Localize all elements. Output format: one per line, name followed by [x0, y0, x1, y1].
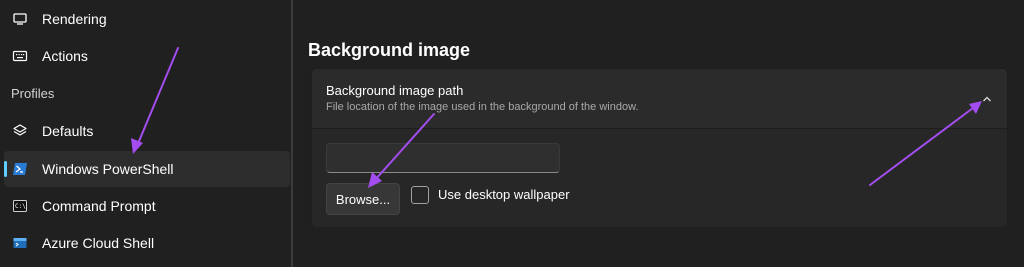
sidebar-item-label: Actions [42, 48, 88, 64]
chevron-up-icon[interactable] [979, 91, 995, 107]
card-header-expander[interactable]: Background image path File location of t… [312, 69, 1007, 129]
sidebar-item-label: Defaults [42, 123, 94, 139]
card-description: File location of the image used in the b… [326, 101, 639, 113]
sidebar-item-label: Windows PowerShell [42, 161, 174, 177]
checkbox-label: Use desktop wallpaper [438, 187, 570, 202]
sidebar-item-azure-cloud-shell[interactable]: Azure Cloud Shell [4, 225, 290, 261]
background-image-path-input[interactable] [326, 143, 560, 173]
sidebar-item-label: Azure Cloud Shell [42, 235, 155, 251]
sidebar-item-label: Command Prompt [42, 198, 156, 214]
use-desktop-wallpaper-checkbox[interactable] [411, 186, 429, 204]
background-image-card: Background image path File location of t… [311, 68, 1008, 227]
profiles-section-header: Profiles [11, 86, 55, 101]
selection-indicator [4, 161, 7, 177]
settings-content: Background image Background image path F… [293, 0, 1024, 267]
sidebar-item-label: Rendering [42, 11, 107, 27]
sidebar-item-actions[interactable]: Actions [4, 38, 290, 74]
sidebar-item-windows-powershell[interactable]: Windows PowerShell [4, 151, 290, 187]
layers-icon [12, 123, 28, 139]
svg-text:C:\: C:\ [15, 203, 26, 210]
page-title: Background image [308, 40, 471, 60]
sidebar-item-rendering[interactable]: Rendering [4, 1, 290, 37]
browse-button[interactable]: Browse... [326, 183, 400, 215]
sidebar-item-command-prompt[interactable]: C:\ Command Prompt [4, 188, 290, 224]
card-title: Background image path [326, 83, 464, 98]
keyboard-icon [12, 48, 28, 64]
powershell-icon [12, 161, 28, 177]
monitor-icon [12, 11, 28, 27]
sidebar-item-defaults[interactable]: Defaults [4, 113, 290, 149]
azure-icon [12, 235, 28, 251]
card-body: Browse... Use desktop wallpaper [312, 129, 1007, 227]
cmd-icon: C:\ [12, 198, 28, 214]
sidebar: Rendering Actions Profiles Defaults Wind… [0, 0, 291, 267]
